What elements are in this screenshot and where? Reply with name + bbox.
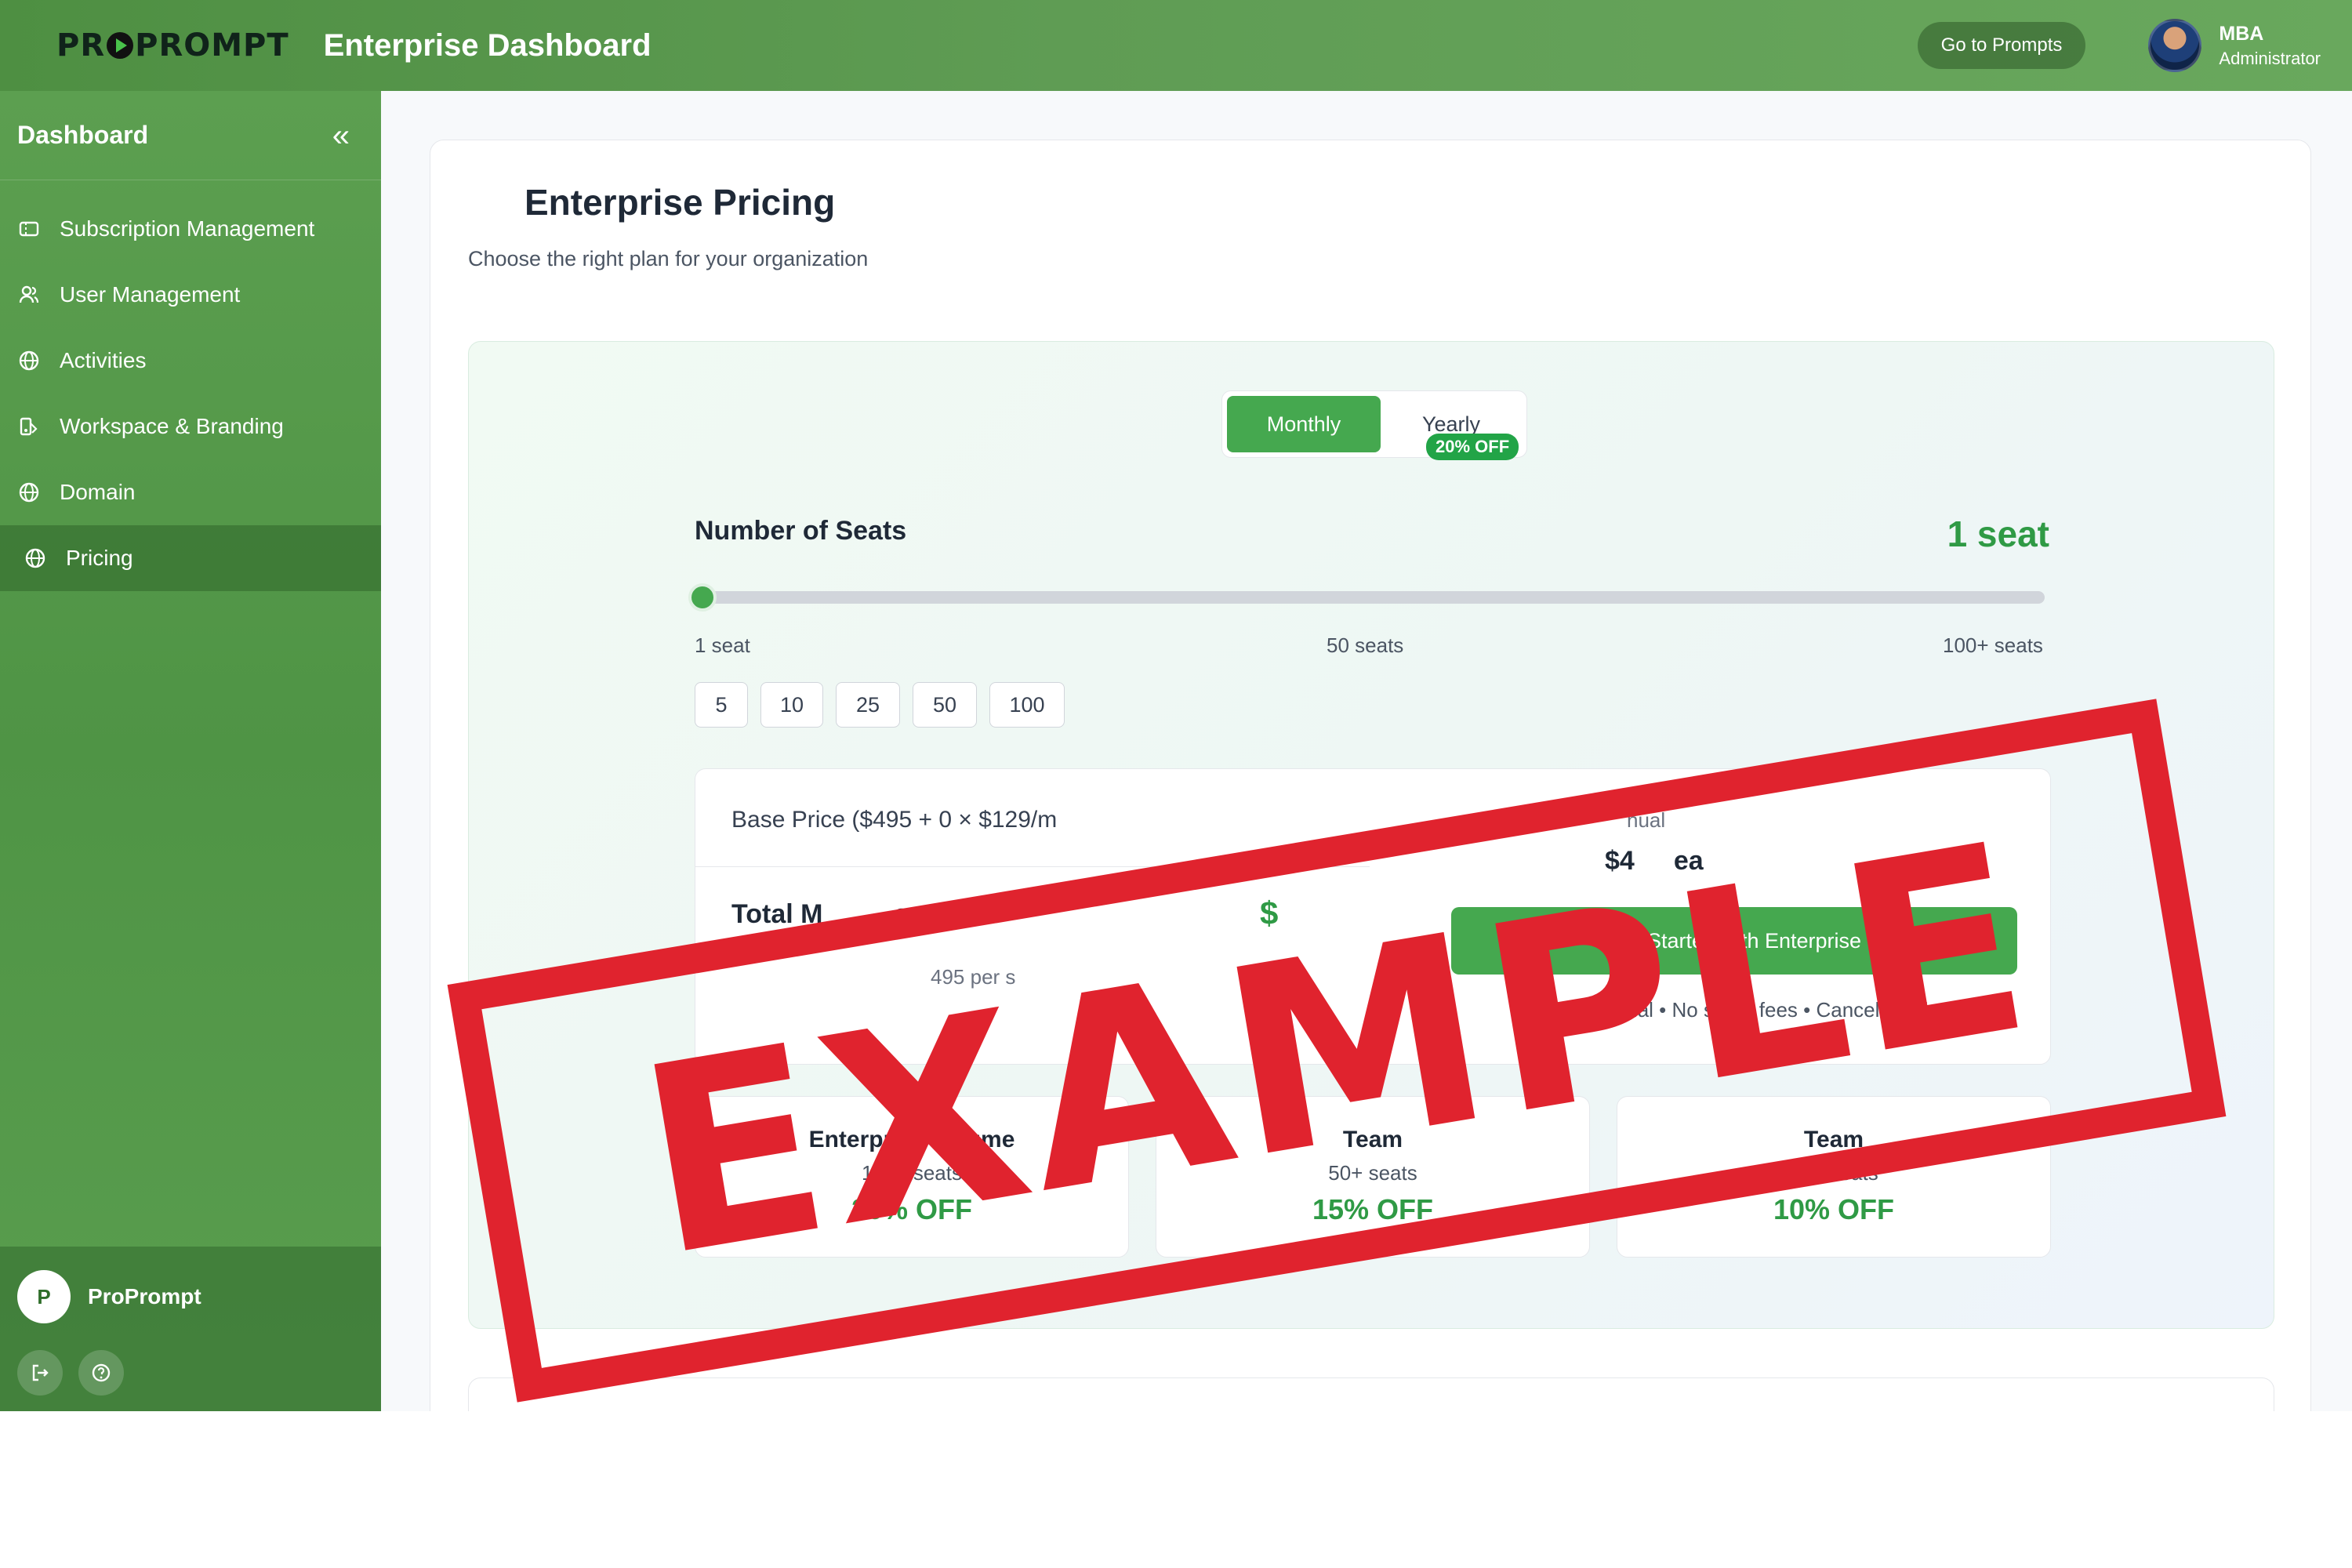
sidebar-item-label: Pricing [66, 546, 133, 570]
collapse-sidebar-icon[interactable]: « [332, 120, 350, 151]
sidebar-item-subscription-management[interactable]: Subscription Management [0, 196, 381, 262]
seats-slider-track[interactable] [696, 591, 2045, 604]
user-avatar[interactable] [2148, 19, 2202, 72]
user-role: Administrator [2219, 48, 2321, 68]
globe-icon [17, 349, 41, 372]
billing-monthly-option[interactable]: Monthly [1227, 396, 1381, 452]
logout-icon[interactable] [17, 1350, 63, 1396]
globe-icon [24, 546, 47, 570]
workspace-brand[interactable]: P ProPrompt [17, 1270, 364, 1323]
brand-logo[interactable]: PR PROMPT [56, 27, 289, 64]
seats-slider-thumb[interactable] [688, 583, 717, 612]
go-to-prompts-button[interactable]: Go to Prompts [1917, 22, 2086, 69]
logo-text-left: PR [56, 27, 106, 64]
brand-avatar: P [17, 1270, 71, 1323]
sidebar-nav: Subscription Management User Management … [0, 196, 381, 591]
page-title: Enterprise Pricing [524, 182, 836, 223]
user-info[interactable]: MBA Administrator [2219, 23, 2321, 69]
help-icon[interactable] [78, 1350, 124, 1396]
sidebar-item-label: User Management [60, 282, 241, 307]
quick-seats-10[interactable]: 10 [760, 682, 823, 728]
base-price-line: Base Price ($495 + 0 × $129/m [731, 807, 1058, 833]
slider-tick-min: 1 seat [695, 633, 750, 657]
page-subtitle: Choose the right plan for your organizat… [468, 247, 869, 270]
quick-seats-25[interactable]: 25 [836, 682, 900, 728]
footer-actions [17, 1350, 364, 1396]
sidebar-item-label: Workspace & Branding [60, 414, 284, 438]
user-name: MBA [2219, 22, 2264, 45]
quick-seats-100[interactable]: 100 [989, 682, 1065, 728]
quick-seats-5[interactable]: 5 [695, 682, 748, 728]
seats-value: 1 seat [1947, 514, 2049, 554]
app-title: Enterprise Dashboard [323, 27, 652, 63]
sidebar-item-label: Activities [60, 348, 147, 372]
quick-seats-50[interactable]: 50 [913, 682, 977, 728]
sidebar-item-domain[interactable]: Domain [0, 459, 381, 525]
yearly-discount-badge: 20% OFF [1426, 434, 1519, 460]
play-icon [107, 32, 134, 59]
slider-tick-max: 100+ seats [1943, 633, 2043, 657]
users-icon [17, 283, 41, 307]
brush-icon [17, 415, 41, 438]
sidebar-title: Dashboard [17, 121, 149, 149]
sidebar-item-activities[interactable]: Activities [0, 328, 381, 394]
slider-tick-mid: 50 seats [1327, 633, 1404, 657]
sidebar: Dashboard « Subscription Management User… [0, 91, 381, 1411]
seats-label: Number of Seats [695, 516, 907, 546]
brand-name: ProPrompt [88, 1284, 201, 1308]
sidebar-header: Dashboard « [0, 91, 381, 180]
sidebar-item-workspace-branding[interactable]: Workspace & Branding [0, 394, 381, 459]
sidebar-item-user-management[interactable]: User Management [0, 262, 381, 328]
logo-text-right: PROMPT [135, 27, 289, 64]
sidebar-item-pricing[interactable]: Pricing [0, 525, 381, 591]
ticket-icon [17, 217, 41, 241]
top-header: PR PROMPT Enterprise Dashboard Go to Prom… [0, 0, 2352, 91]
sidebar-item-label: Subscription Management [60, 216, 315, 241]
sidebar-item-label: Domain [60, 480, 136, 504]
billing-toggle: Monthly Yearly 20% OFF [1221, 390, 1527, 460]
sidebar-footer: P ProPrompt [0, 1247, 381, 1411]
next-section-card [468, 1377, 2274, 1411]
globe-icon [17, 481, 41, 504]
